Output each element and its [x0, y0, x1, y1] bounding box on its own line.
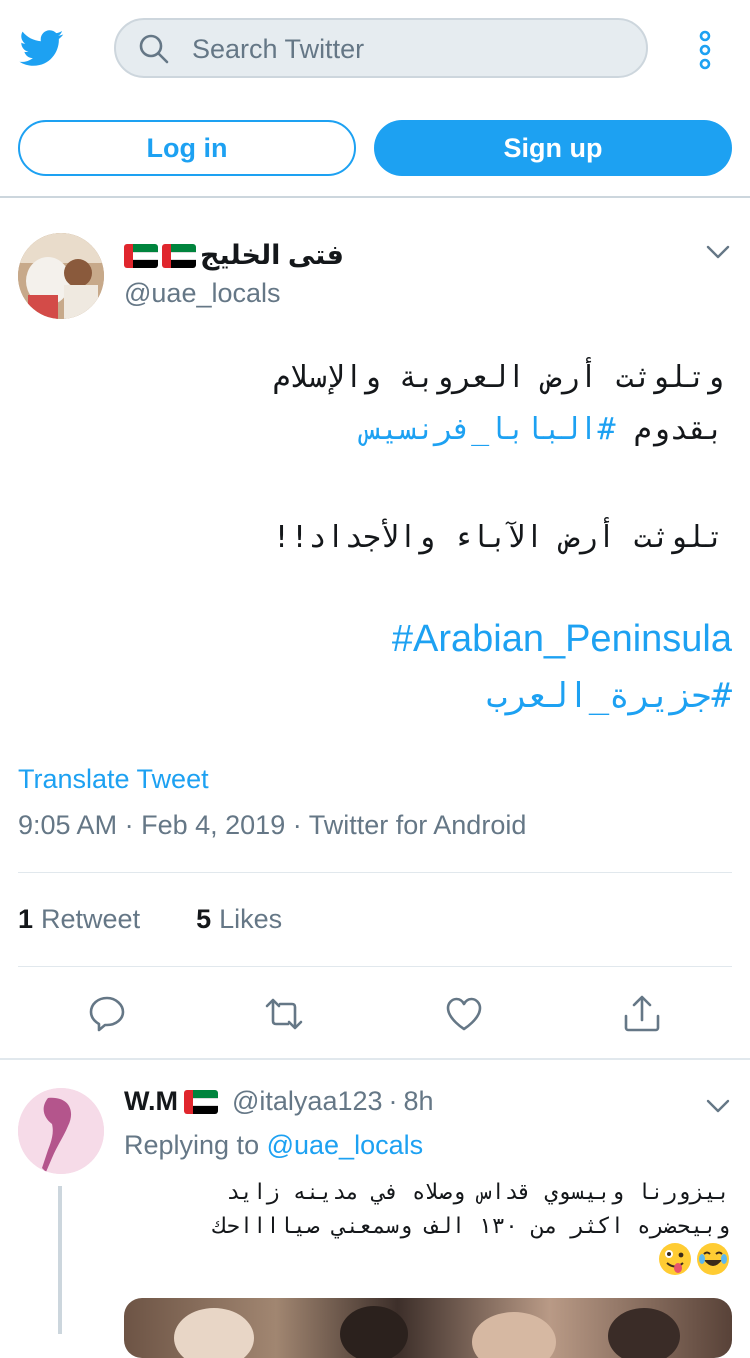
uae-flag-icon [184, 1089, 218, 1114]
avatar-photo [18, 233, 104, 319]
replying-prefix: Replying to [124, 1130, 267, 1160]
tweet-timestamp: 9:05 AM · Feb 4, 2019 · Twitter for Andr… [18, 810, 526, 841]
reply-handle[interactable]: @italyaa123 [232, 1086, 383, 1117]
more-vertical-icon[interactable] [696, 30, 714, 70]
tweet-stats: 1 Retweet 5 Likes [18, 904, 282, 935]
tweet-source[interactable]: Twitter for Android [309, 810, 527, 840]
tweet-text-line: وتلوثت أرض العروبة والإسلام [272, 360, 724, 395]
retweets-stat[interactable]: 1 Retweet [18, 904, 140, 935]
reply-header: W.M @italyaa123 · 8h [124, 1086, 434, 1117]
avatar[interactable] [18, 233, 104, 319]
display-name[interactable]: فتى الخليج [124, 240, 344, 271]
likes-stat[interactable]: 5 Likes [196, 904, 282, 935]
stats-divider [18, 872, 732, 873]
share-icon[interactable] [622, 994, 662, 1034]
likes-count: 5 [196, 904, 212, 934]
display-name-text: فتى الخليج [200, 240, 344, 270]
hashtag-link[interactable]: #البابا_فرنسيس [363, 412, 616, 447]
likes-label: Likes [219, 904, 283, 934]
login-button[interactable]: Log in [18, 120, 356, 176]
reply-text: بيزورنا وبيسوي قداس وصلاه في مدينه زايد … [124, 1176, 730, 1244]
tweet-text-line: بقدوم #البابا_فرنسيس [24, 404, 724, 456]
search-input[interactable]: Search Twitter [114, 18, 648, 78]
hashtag-link[interactable]: #جزيرة_العرب [486, 676, 732, 716]
thread-line [58, 1186, 62, 1334]
header-divider [0, 196, 750, 198]
uae-flag-icon [162, 243, 196, 268]
tweet-time[interactable]: 9:05 AM [18, 810, 117, 840]
translate-tweet-link[interactable]: Translate Tweet [18, 764, 209, 795]
search-placeholder: Search Twitter [192, 34, 365, 64]
like-heart-icon[interactable] [444, 994, 484, 1034]
hashtag-link[interactable]: #Arabian_Peninsula [392, 618, 732, 661]
tweet-text-line: تلوثت أرض الآباء والأجداد!! [272, 520, 724, 555]
replying-to: Replying to @uae_locals [124, 1130, 423, 1161]
reply-avatar[interactable] [18, 1088, 104, 1174]
reply-icon[interactable] [87, 994, 127, 1034]
meta-separator: · [292, 810, 302, 840]
chevron-down-icon[interactable] [706, 244, 730, 260]
reply-age[interactable]: 8h [404, 1086, 434, 1117]
meta-separator: · [124, 810, 134, 840]
reply-display-name[interactable]: W.M [124, 1086, 178, 1117]
reply-emojis [658, 1242, 730, 1276]
zany-face-emoji-icon [659, 1243, 691, 1275]
uae-flag-icon [124, 243, 158, 268]
replying-handle-link[interactable]: @uae_locals [267, 1130, 424, 1160]
retweets-count: 1 [18, 904, 34, 934]
retweets-label: Retweet [41, 904, 141, 934]
retweet-icon[interactable] [264, 994, 304, 1034]
actions-divider [18, 966, 732, 967]
tweet-text: بقدوم [615, 412, 724, 447]
meta-separator: · [388, 1086, 398, 1116]
chevron-down-icon[interactable] [706, 1098, 730, 1114]
media-photo [174, 1306, 680, 1358]
reply-divider [0, 1058, 750, 1060]
avatar-photo [18, 1088, 104, 1174]
reply-text-line: وبيحضره اكثر من ١٣٠ الف وسمعني صيااااحك [213, 1214, 730, 1239]
search-icon [139, 34, 169, 64]
twitter-bird-icon[interactable] [18, 26, 66, 70]
reply-text-line: بيزورنا وبيسوي قداس وصلاه في مدينه زايد [226, 1180, 730, 1205]
tweet-date[interactable]: Feb 4, 2019 [141, 810, 285, 840]
signup-button[interactable]: Sign up [374, 120, 732, 176]
tears-of-joy-emoji-icon [697, 1243, 729, 1275]
reply-media-image[interactable] [124, 1298, 732, 1358]
user-handle[interactable]: @uae_locals [124, 278, 281, 309]
